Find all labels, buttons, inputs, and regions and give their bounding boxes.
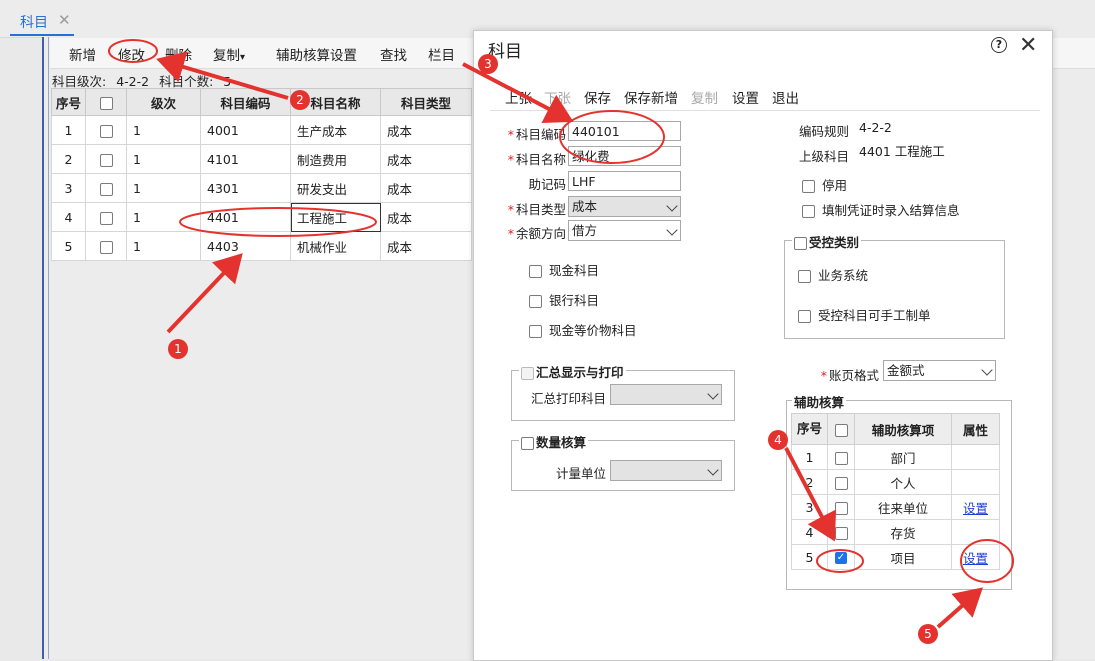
arrow-1 xyxy=(166,253,243,334)
step-badge-1: 1 xyxy=(168,339,188,359)
highlight-project-settings xyxy=(960,539,1014,583)
highlight-code-name xyxy=(559,110,665,164)
step-badge-5: 5 xyxy=(918,624,938,644)
highlight-row-4401 xyxy=(179,207,377,237)
arrow-3 xyxy=(462,62,574,124)
step-badge-2: 2 xyxy=(290,90,310,110)
step-badge-4: 4 xyxy=(768,430,788,450)
annotation-layer xyxy=(108,39,1014,629)
arrow-5 xyxy=(936,587,984,629)
arrow-4 xyxy=(784,447,837,542)
step-badge-3: 3 xyxy=(478,54,498,74)
arrow-2 xyxy=(156,51,289,100)
highlight-project-checkbox xyxy=(816,549,864,573)
highlight-edit-button xyxy=(108,39,158,63)
